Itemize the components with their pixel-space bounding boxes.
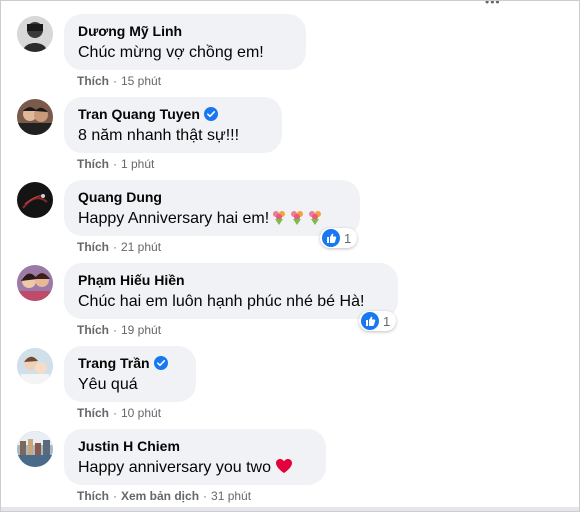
comment-text: Yêu quá	[78, 376, 138, 393]
comment-actions: Thích · 15 phút	[77, 74, 161, 88]
like-reaction-icon	[322, 229, 340, 247]
comment-author[interactable]: Tran Quang Tuyen	[78, 105, 268, 123]
like-button[interactable]: Thích	[77, 240, 109, 254]
like-button[interactable]: Thích	[77, 489, 109, 503]
reaction-count: 1	[383, 313, 391, 329]
comment-bubble: Phạm Hiếu Hiền Chúc hai em luôn hạnh phú…	[64, 263, 398, 319]
comment-text-content: Happy anniversary you two	[78, 459, 271, 476]
avatar[interactable]	[17, 348, 53, 384]
avatar[interactable]	[17, 182, 53, 218]
comment-time[interactable]: 31 phút	[211, 489, 251, 503]
see-translation-button[interactable]: Xem bản dịch	[121, 489, 199, 503]
avatar-icon	[17, 16, 53, 52]
reaction-summary[interactable]: 1	[320, 228, 358, 248]
verified-badge-icon	[203, 107, 218, 121]
comment-bubble: Justin H Chiem Happy anniversary you two	[64, 429, 326, 485]
comment-bubble: Tran Quang Tuyen 8 năm nhanh thật sự!!!	[64, 97, 282, 153]
separator-dot: ·	[113, 240, 117, 254]
comment-author[interactable]: Trang Trần	[78, 354, 182, 372]
like-reaction-icon	[361, 312, 379, 330]
reaction-count: 1	[344, 230, 352, 246]
avatar-icon	[17, 348, 53, 384]
bouquet-icon	[307, 209, 323, 225]
separator-dot: ·	[113, 489, 117, 503]
like-button[interactable]: Thích	[77, 74, 109, 88]
bottom-divider	[1, 507, 579, 511]
comment-bubble: Dương Mỹ Linh Chúc mừng vợ chồng em!	[64, 14, 306, 70]
comment-text: Happy anniversary you two	[78, 457, 312, 479]
comment-thread: ••• Dương Mỹ Linh Chúc mừng vợ chồng em!…	[0, 0, 580, 512]
like-button[interactable]: Thích	[77, 406, 109, 420]
comment-author[interactable]: Phạm Hiếu Hiền	[78, 271, 384, 289]
comment-author[interactable]: Dương Mỹ Linh	[78, 22, 292, 40]
separator-dot: ·	[203, 489, 208, 503]
avatar-icon	[17, 99, 53, 135]
avatar[interactable]	[17, 431, 53, 467]
like-button[interactable]: Thích	[77, 157, 109, 171]
verified-badge-icon	[153, 356, 168, 370]
separator-dot: ·	[113, 74, 117, 88]
comment-time[interactable]: 19 phút	[121, 323, 161, 337]
comment-actions: Thích · Xem bản dịch · 31 phút	[77, 489, 251, 503]
comment-actions: Thích · 1 phút	[77, 157, 154, 171]
avatar-icon	[17, 265, 53, 301]
comment-author[interactable]: Quang Dung	[78, 188, 346, 206]
comment-time[interactable]: 15 phút	[121, 74, 161, 88]
comment-text-content: Happy Anniversary hai em!	[78, 210, 270, 227]
comment-text: 8 năm nhanh thật sự!!!	[78, 127, 240, 144]
separator-dot: ·	[113, 157, 117, 171]
like-button[interactable]: Thích	[77, 323, 109, 337]
comment-text: Chúc mừng vợ chồng em!	[78, 44, 264, 61]
bouquet-icon	[289, 209, 305, 225]
avatar[interactable]	[17, 265, 53, 301]
comment-actions: Thích · 21 phút	[77, 240, 161, 254]
comment-bubble: Quang Dung Happy Anniversary hai em!	[64, 180, 360, 236]
avatar-icon	[17, 431, 53, 467]
avatar[interactable]	[17, 16, 53, 52]
bouquet-icon	[271, 209, 287, 225]
avatar-icon	[17, 182, 53, 218]
comment-author[interactable]: Justin H Chiem	[78, 437, 312, 455]
comment-bubble: Trang Trần Yêu quá	[64, 346, 196, 402]
comment-text: Chúc hai em luôn hạnh phúc nhé bé Hà!	[78, 293, 365, 310]
comment-time[interactable]: 1 phút	[121, 157, 154, 171]
heart-icon	[275, 458, 293, 474]
more-options-icon[interactable]: •••	[485, 1, 501, 9]
comment-actions: Thích · 10 phút	[77, 406, 161, 420]
avatar[interactable]	[17, 99, 53, 135]
comment-time[interactable]: 21 phút	[121, 240, 161, 254]
reaction-summary[interactable]: 1	[359, 311, 397, 331]
comment-time[interactable]: 10 phút	[121, 406, 161, 420]
comment-actions: Thích · 19 phút	[77, 323, 161, 337]
comment-text: Happy Anniversary hai em!	[78, 208, 346, 230]
separator-dot: ·	[113, 323, 117, 337]
separator-dot: ·	[113, 406, 117, 420]
